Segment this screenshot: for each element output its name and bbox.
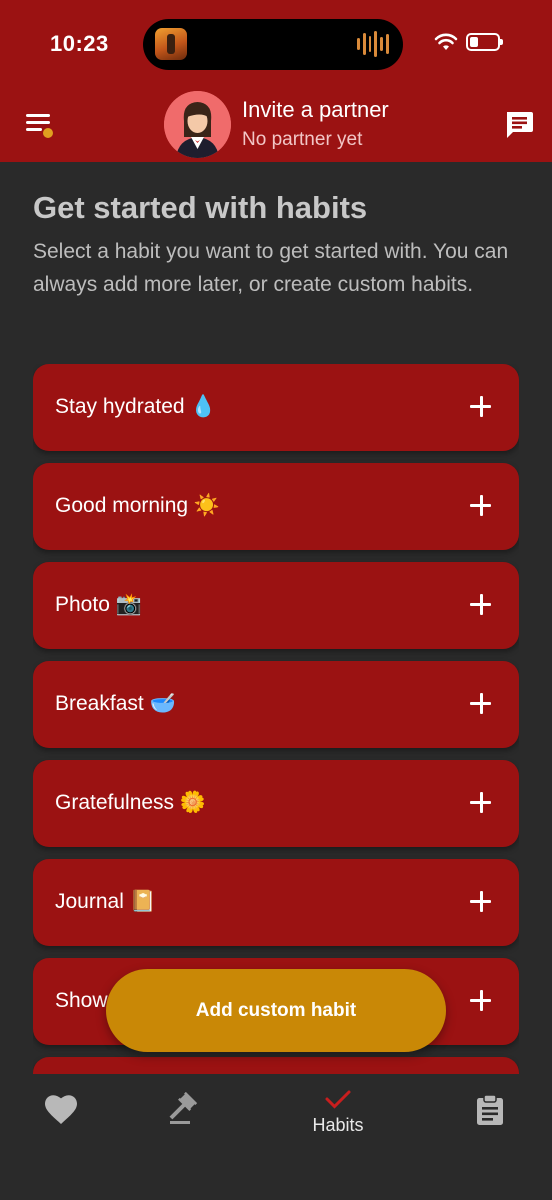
chat-icon	[507, 112, 533, 138]
habit-item-gratefulness[interactable]: Gratefulness 🌼	[33, 760, 519, 847]
page-description: Select a habit you want to get started w…	[33, 240, 509, 296]
partner-avatar[interactable]	[164, 91, 231, 158]
now-playing-artwork	[155, 28, 187, 60]
check-icon	[325, 1090, 351, 1109]
dynamic-island[interactable]	[143, 19, 403, 70]
clipboard-icon	[477, 1094, 503, 1125]
partner-status: No partner yet	[242, 129, 363, 150]
habit-item-photo[interactable]: Photo 📸	[33, 562, 519, 649]
nav-tab-habits[interactable]: Habits	[306, 1088, 370, 1136]
nav-label-habits: Habits	[312, 1115, 364, 1135]
habit-label: Photo 📸	[55, 593, 142, 616]
add-icon[interactable]	[469, 988, 493, 1012]
page-title: Get started with habits	[33, 190, 368, 225]
status-icons	[434, 33, 503, 51]
habit-label: Good morning ☀️	[55, 494, 221, 517]
gavel-icon	[169, 1091, 198, 1124]
habit-item-journal[interactable]: Journal 📔	[33, 859, 519, 946]
add-icon[interactable]	[469, 691, 493, 715]
audio-waveform-icon	[357, 29, 389, 59]
wifi-icon	[434, 33, 458, 50]
menu-button[interactable]	[24, 110, 58, 140]
invite-partner-title[interactable]: Invite a partner	[242, 97, 389, 123]
person-illustration-icon	[164, 91, 231, 158]
add-icon[interactable]	[469, 394, 493, 418]
status-time: 10:23	[50, 31, 109, 56]
app-header: 10:23 Invite a partner No partner yet	[0, 0, 552, 162]
habit-label: Breakfast 🥣	[55, 692, 176, 715]
notification-dot	[42, 127, 54, 139]
habit-label: Gratefulness 🌼	[55, 791, 207, 814]
nav-tab-favorites[interactable]	[44, 1094, 78, 1131]
habit-label: Journal 📔	[55, 890, 156, 913]
add-icon[interactable]	[469, 790, 493, 814]
add-custom-habit-button[interactable]: Add custom habit	[106, 969, 446, 1052]
add-icon[interactable]	[469, 889, 493, 913]
habit-item-breakfast[interactable]: Breakfast 🥣	[33, 661, 519, 748]
add-icon[interactable]	[469, 592, 493, 616]
bottom-navigation: Habits	[0, 1074, 552, 1200]
habit-label: Show	[55, 989, 108, 1012]
add-icon[interactable]	[469, 493, 493, 517]
habit-item-good-morning[interactable]: Good morning ☀️	[33, 463, 519, 550]
chat-button[interactable]	[503, 108, 535, 140]
nav-tab-log[interactable]	[476, 1094, 504, 1131]
nav-tab-rules[interactable]	[166, 1091, 200, 1131]
habit-item-partial[interactable]	[33, 1057, 519, 1074]
battery-icon	[466, 33, 503, 51]
heart-icon	[45, 1095, 77, 1124]
habit-list: Stay hydrated 💧 Good morning ☀️ Photo 📸 …	[33, 364, 519, 1074]
habit-item-stay-hydrated[interactable]: Stay hydrated 💧	[33, 364, 519, 451]
habit-label: Stay hydrated 💧	[55, 395, 217, 418]
